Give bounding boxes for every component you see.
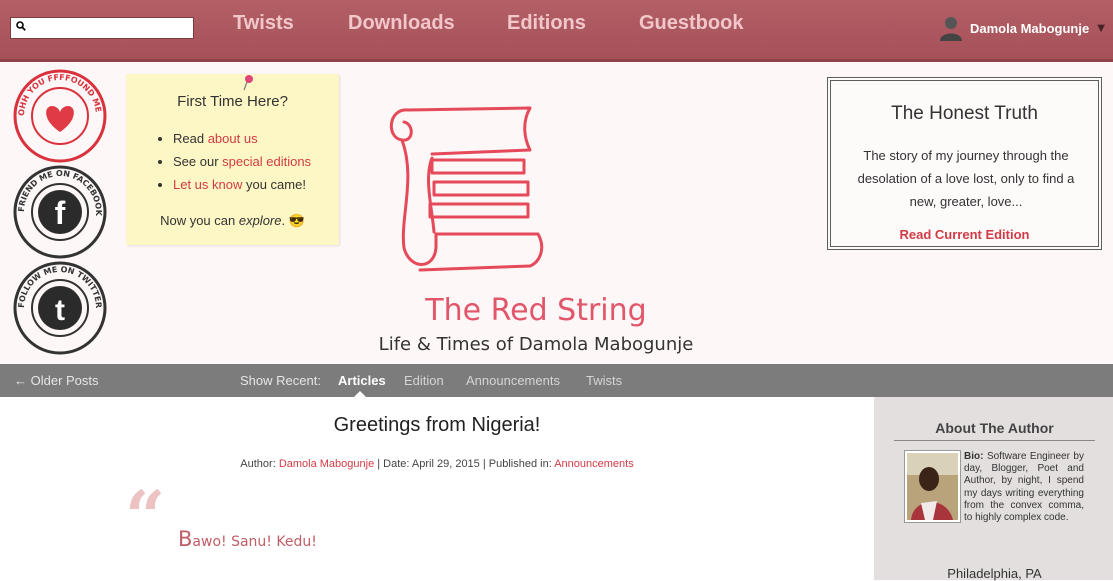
user-menu[interactable]: Damola Mabogunje ▼ <box>938 14 1105 42</box>
twitter-icon: t <box>38 286 82 330</box>
svg-text:OHH YOU FFFFOUND ME: OHH YOU FFFFOUND ME <box>17 73 103 116</box>
author-bio: Bio: Software Engineer by day, Blogger, … <box>964 451 1084 524</box>
read-current-edition-link[interactable]: Read Current Edition <box>831 227 1098 242</box>
first-time-list: Read about us See our special editions L… <box>173 131 311 200</box>
tab-articles[interactable]: Articles <box>338 373 386 388</box>
scroll-logo-icon <box>389 106 544 272</box>
site-subtitle: Life & Times of Damola Mabogunje <box>378 334 694 355</box>
nav-link-guestbook[interactable]: Guestbook <box>639 12 743 35</box>
honest-truth-box: The Honest Truth The story of my journey… <box>827 77 1102 250</box>
user-name: Damola Mabogunje <box>970 20 1090 36</box>
top-nav-bar: Twists Downloads Editions Guestbook Damo… <box>0 0 1113 62</box>
tab-announcements[interactable]: Announcements <box>466 373 560 388</box>
author-sidebar: About The Author Bio: Software Engineer … <box>874 397 1113 581</box>
stamp-text: OHH YOU FFFFOUND ME <box>17 73 103 116</box>
show-recent-label: Show Recent: <box>240 373 321 388</box>
honest-truth-title: The Honest Truth <box>891 103 1038 124</box>
user-icon <box>940 17 962 41</box>
svg-text:t: t <box>55 294 65 327</box>
author-link[interactable]: Damola Mabogunje <box>279 458 374 470</box>
category-link[interactable]: Announcements <box>554 458 634 470</box>
twitter-stamp[interactable]: FOLLOW ME ON TWITTER t <box>12 260 108 356</box>
post-title[interactable]: Greetings from Nigeria! <box>236 414 638 437</box>
first-time-footer: Now you can explore. 😎 <box>160 213 305 228</box>
list-item: See our special editions <box>173 154 311 169</box>
search-input[interactable] <box>31 19 191 37</box>
facebook-icon: f <box>38 190 82 234</box>
post-meta: Author: Damola Mabogunje | Date: April 2… <box>240 458 634 470</box>
honest-truth-body: The story of my journey through the deso… <box>857 148 1075 209</box>
search-icon <box>16 21 26 31</box>
older-posts-link[interactable]: ← Older Posts <box>14 373 99 388</box>
author-photo <box>907 453 958 520</box>
about-us-link[interactable]: about us <box>208 131 258 146</box>
svg-text:f: f <box>55 195 66 231</box>
list-item: Let us know you came! <box>173 177 311 192</box>
chevron-down-icon: ▼ <box>1097 22 1105 34</box>
pushpin-icon <box>243 75 253 91</box>
site-title[interactable]: The Red String <box>370 293 702 328</box>
nav-link-editions[interactable]: Editions <box>507 12 586 35</box>
facebook-stamp[interactable]: FRIEND ME ON FACEBOOK f <box>12 164 108 260</box>
let-us-know-link[interactable]: Let us know <box>173 177 242 192</box>
about-author-title: About The Author <box>894 420 1095 441</box>
list-item: Read about us <box>173 131 311 146</box>
active-tab-indicator <box>354 391 366 397</box>
author-location: Philadelphia, PA <box>947 566 1042 581</box>
tab-edition[interactable]: Edition <box>404 373 444 388</box>
post-greeting: Bawo! Sanu! Kedu! <box>178 527 317 551</box>
special-editions-link[interactable]: special editions <box>222 154 311 169</box>
tab-twists[interactable]: Twists <box>586 373 622 388</box>
heart-icon <box>46 106 74 132</box>
first-time-title: First Time Here? <box>177 93 288 110</box>
search-box[interactable] <box>10 17 194 39</box>
nav-link-twists[interactable]: Twists <box>233 12 294 35</box>
sub-nav-bar: ← Older Posts Show Recent: Articles Edit… <box>0 364 1113 397</box>
avatar <box>904 450 961 523</box>
quote-mark-icon: “ <box>125 475 166 558</box>
found-me-stamp[interactable]: OHH YOU FFFFOUND ME <box>12 68 108 164</box>
first-time-note: First Time Here? Read about us See our s… <box>126 74 339 245</box>
nav-link-downloads[interactable]: Downloads <box>348 12 455 35</box>
